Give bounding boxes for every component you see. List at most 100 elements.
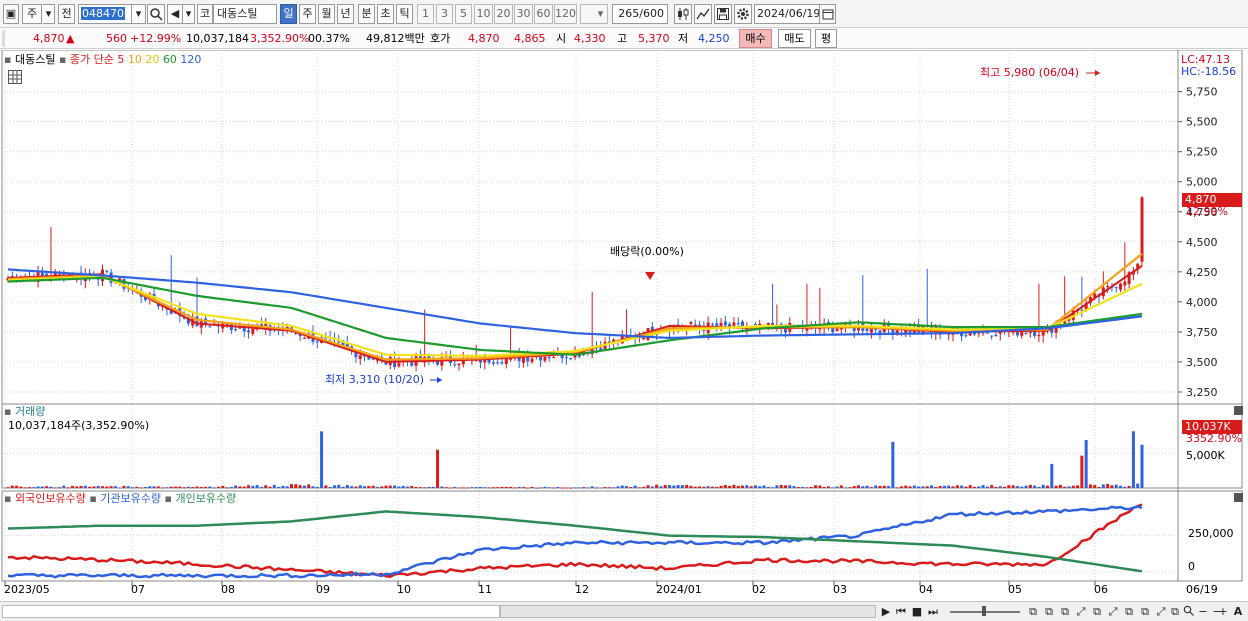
chart-svg[interactable]: 5,7505,5005,2505,0004,7504,5004,2504,000… [0, 50, 1248, 601]
code-input[interactable]: 048470 [78, 4, 132, 24]
scroll-right-icon[interactable]: ▶ [880, 605, 892, 619]
tool-icon[interactable]: ⤢ [1106, 605, 1120, 619]
volume-bar [40, 486, 44, 488]
low-label: 저 [678, 32, 689, 45]
period-day[interactable]: 일 [280, 4, 297, 24]
prev-button[interactable]: 전 [58, 4, 75, 24]
tool-icon[interactable]: ⤢ [1074, 605, 1088, 619]
y-tick-label: 3,500 [1186, 356, 1218, 369]
volume-bar [440, 486, 444, 488]
speaker-dropdown-icon[interactable]: ▾ [183, 4, 195, 24]
stop-icon[interactable]: ■ [910, 605, 924, 619]
high-label: 고 [617, 32, 628, 45]
tool-icon[interactable]: ⧉ [1122, 605, 1136, 619]
scroll-track[interactable] [2, 605, 500, 618]
layout-icon[interactable]: ⧉ [1026, 605, 1040, 619]
volume-bar [1127, 486, 1131, 488]
price-change: 560 [106, 32, 127, 45]
volume-bar [603, 487, 607, 489]
tool-icon[interactable]: ⤢ [1154, 605, 1168, 619]
line-tool-icon[interactable] [694, 4, 712, 24]
volume-bar [474, 487, 478, 489]
settings-gear-icon[interactable] [734, 4, 752, 24]
volume-bar [586, 487, 590, 489]
zoom-in-icon[interactable]: + [1218, 605, 1228, 619]
rewind-icon[interactable]: ⏮ [894, 605, 908, 619]
compare-icon[interactable]: ⧉ [1058, 605, 1072, 619]
chart-area[interactable]: 5,750 5,500 5,250 5,000 4,750 4,500 4,250 4,000… [0, 50, 1248, 621]
interval-3[interactable]: 3 [436, 4, 453, 24]
period-month[interactable]: 월 [318, 4, 335, 24]
interval-30[interactable]: 30 [514, 4, 533, 24]
volume-bar [225, 487, 229, 489]
candle-body [723, 321, 727, 326]
volume-bar [401, 485, 405, 488]
volume-bar [62, 485, 66, 488]
candle-type-icon[interactable] [674, 4, 692, 24]
interval-10[interactable]: 10 [474, 4, 493, 24]
split-icon[interactable]: ⧉ [1042, 605, 1056, 619]
volume-bar [865, 485, 869, 488]
volume-bar [143, 486, 147, 488]
volume-bar [139, 487, 143, 489]
count-input[interactable]: 265/600 [612, 4, 668, 24]
interval-1[interactable]: 1 [417, 4, 434, 24]
volume-bar [487, 487, 491, 489]
ma5-legend: 5 [117, 53, 125, 66]
interval-60[interactable]: 60 [534, 4, 553, 24]
font-size-icon[interactable]: A [1232, 605, 1244, 619]
volume-bar [801, 486, 805, 488]
calendar-icon[interactable] [820, 4, 836, 24]
scroll-thumb[interactable] [500, 605, 876, 618]
x-tick: 03 [833, 583, 847, 596]
fast-forward-icon[interactable]: ⏭ [926, 605, 940, 619]
volume-bar [994, 486, 998, 488]
window-menu-icon[interactable]: ▣ [3, 4, 19, 24]
speed-slider-handle[interactable] [982, 606, 986, 616]
period-year[interactable]: 년 [337, 4, 354, 24]
evaluate-button[interactable]: 평 [815, 29, 837, 48]
volume-bar [311, 486, 315, 488]
volume-bar [1140, 444, 1144, 488]
tool-icon[interactable]: ⧉ [1138, 605, 1152, 619]
sell-button[interactable]: 매도 [778, 29, 811, 48]
market-toggle[interactable]: 주 [22, 4, 42, 24]
candle-body [251, 328, 255, 334]
volume-bar [470, 487, 474, 489]
volume-bar [818, 485, 822, 488]
save-icon[interactable] [714, 4, 732, 24]
buy-button[interactable]: 매수 [739, 29, 772, 48]
period-minute[interactable]: 분 [358, 4, 375, 24]
hc-value: HC:-18.56 [1181, 65, 1237, 78]
zoom-out-icon[interactable]: − [1198, 605, 1208, 619]
period-week[interactable]: 주 [299, 4, 316, 24]
speaker-icon[interactable]: ◀ [167, 4, 183, 24]
custom-interval-dropdown-icon[interactable]: ▾ [594, 4, 608, 24]
market-dropdown-icon[interactable]: ▾ [43, 4, 55, 24]
interval-5[interactable]: 5 [455, 4, 472, 24]
search-icon[interactable] [147, 4, 165, 24]
tool-icon[interactable]: ⧉ [1168, 605, 1182, 619]
volume-bar [1007, 485, 1011, 488]
grid-table-icon[interactable] [8, 70, 22, 84]
holding-lines [7, 503, 1143, 579]
volume-bar [706, 486, 710, 488]
volume-bar [79, 485, 83, 488]
volume-panel-close-icon[interactable] [1234, 406, 1243, 415]
volume-bar [53, 487, 57, 489]
interval-120[interactable]: 120 [554, 4, 577, 24]
period-second[interactable]: 초 [377, 4, 394, 24]
candle-body [496, 362, 500, 364]
zoom-search-icon[interactable] [1182, 605, 1194, 619]
low-annotation: 최저 3,310 (10/20) [325, 373, 425, 386]
tool-icon[interactable]: ⧉ [1090, 605, 1104, 619]
horizontal-scrollbar[interactable]: ▶ ⏮ ■ ⏭ ⧉ ⧉ ⧉ ⤢ ⧉ ⤢ ⧉ ⧉ ⤢ ⧉ − − + A [0, 601, 1248, 621]
interval-20[interactable]: 20 [494, 4, 513, 24]
x-tick: 07 [131, 583, 145, 596]
code-dropdown-icon[interactable]: ▾ [132, 4, 146, 24]
date-input[interactable]: 2024/06/19 [754, 4, 820, 24]
period-tick[interactable]: 틱 [396, 4, 413, 24]
candle-body [410, 362, 414, 366]
volume-bar [904, 485, 908, 488]
holding-panel-close-icon[interactable] [1234, 493, 1243, 502]
